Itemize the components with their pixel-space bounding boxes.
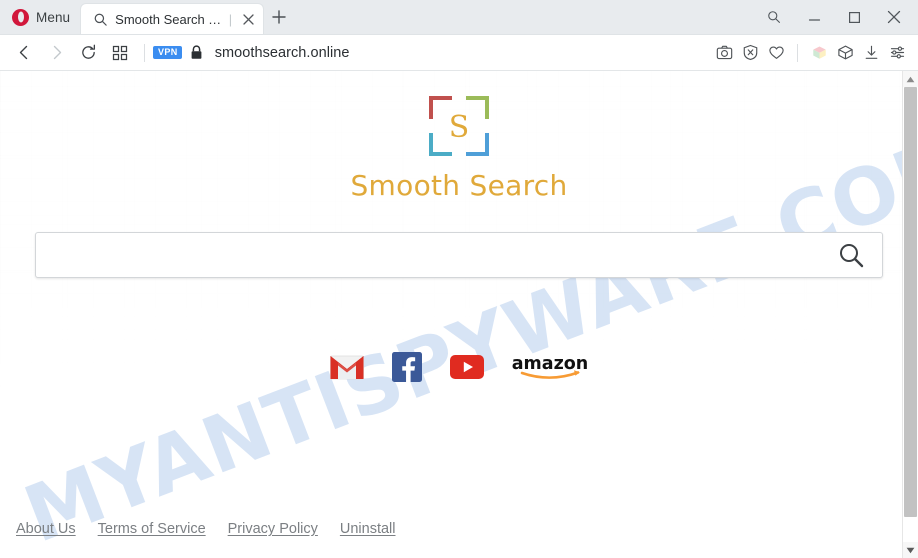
vpn-badge[interactable]: VPN (153, 46, 182, 59)
page-scrollbar[interactable] (902, 71, 918, 558)
facebook-icon (392, 352, 422, 382)
shortcut-amazon[interactable]: amazon (512, 350, 588, 384)
back-button[interactable] (8, 38, 40, 68)
page-title: Smooth Search (350, 169, 568, 202)
lock-icon[interactable] (190, 45, 203, 60)
tab-favicon-search-icon (94, 13, 107, 26)
heart-icon[interactable] (763, 38, 789, 68)
scrollbar-up-arrow[interactable] (903, 71, 918, 87)
forward-button[interactable] (40, 38, 72, 68)
search-icon (840, 244, 864, 268)
tab-grid-button[interactable] (104, 38, 136, 68)
snapshot-icon[interactable] (711, 38, 737, 68)
navigation-toolbar: VPN smoothsearch.online (0, 35, 918, 71)
window-minimize-button[interactable] (794, 1, 834, 33)
window-search-button[interactable] (754, 1, 794, 33)
address-bar-url[interactable]: smoothsearch.online (215, 45, 711, 61)
footer-links: About Us Terms of Service Privacy Policy… (0, 500, 902, 558)
scrollbar-thumb[interactable] (904, 87, 917, 517)
shortcut-links: amazon (0, 350, 918, 384)
plus-icon (272, 10, 286, 24)
toolbar-right-icons (711, 38, 910, 68)
search-bar[interactable] (35, 232, 883, 278)
minimize-icon (808, 18, 820, 21)
opera-menu-button[interactable]: Menu (0, 3, 80, 31)
new-tab-page: S Smooth Search amazon (0, 71, 918, 384)
browser-window: Menu Smooth Search Tab | VPN smoothsearc… (0, 0, 918, 558)
footer-link-about-us[interactable]: About Us (16, 521, 76, 537)
extension-cube-icon[interactable] (806, 38, 832, 68)
tab-title: Smooth Search Tab (115, 11, 222, 27)
forward-arrow-icon (53, 45, 61, 60)
window-close-button[interactable] (874, 1, 914, 33)
reload-icon (81, 44, 95, 59)
search-submit-button[interactable] (820, 233, 882, 277)
workspaces-cube-icon[interactable] (832, 38, 858, 68)
smooth-search-logo: S (428, 95, 490, 157)
footer-link-uninstall[interactable]: Uninstall (340, 521, 396, 537)
shortcut-facebook[interactable] (392, 350, 422, 384)
shortcut-gmail[interactable] (330, 350, 364, 384)
browser-tab[interactable]: Smooth Search Tab | (80, 3, 265, 34)
tab-close-icon[interactable] (239, 10, 257, 28)
tab-separator: | (228, 11, 233, 27)
chevron-up-icon (906, 76, 915, 82)
search-icon (768, 11, 780, 23)
menu-button-label: Menu (36, 9, 71, 25)
close-icon (887, 10, 901, 24)
ad-blocker-icon[interactable] (737, 38, 763, 68)
back-arrow-icon (19, 45, 27, 60)
new-tab-button[interactable] (264, 2, 294, 32)
chevron-down-icon (906, 547, 915, 553)
gmail-icon (330, 355, 364, 380)
reload-button[interactable] (72, 38, 104, 68)
page-content: MYANTISPYWARE.COM S Smooth Search amazon… (0, 71, 918, 558)
footer-link-terms-of-service[interactable]: Terms of Service (98, 521, 206, 537)
opera-logo-icon (12, 8, 29, 26)
toolbar-divider-right (797, 43, 798, 62)
footer-link-privacy-policy[interactable]: Privacy Policy (228, 521, 318, 537)
easy-setup-icon[interactable] (884, 38, 910, 68)
amazon-wordmark: amazon (512, 354, 588, 374)
amazon-icon: amazon (512, 354, 588, 379)
shortcut-youtube[interactable] (450, 350, 484, 384)
toolbar-divider (144, 43, 145, 62)
maximize-icon (848, 11, 860, 23)
downloads-icon[interactable] (858, 38, 884, 68)
scrollbar-track[interactable] (903, 87, 918, 542)
scrollbar-down-arrow[interactable] (903, 542, 918, 558)
window-controls (754, 0, 918, 34)
logo-brackets-icon: S (429, 96, 489, 156)
tab-grid-icon (112, 45, 128, 60)
search-input[interactable] (36, 233, 820, 277)
logo-letter: S (449, 110, 470, 145)
window-maximize-button[interactable] (834, 1, 874, 33)
tab-strip: Menu Smooth Search Tab | (0, 0, 918, 35)
youtube-icon (450, 355, 484, 379)
